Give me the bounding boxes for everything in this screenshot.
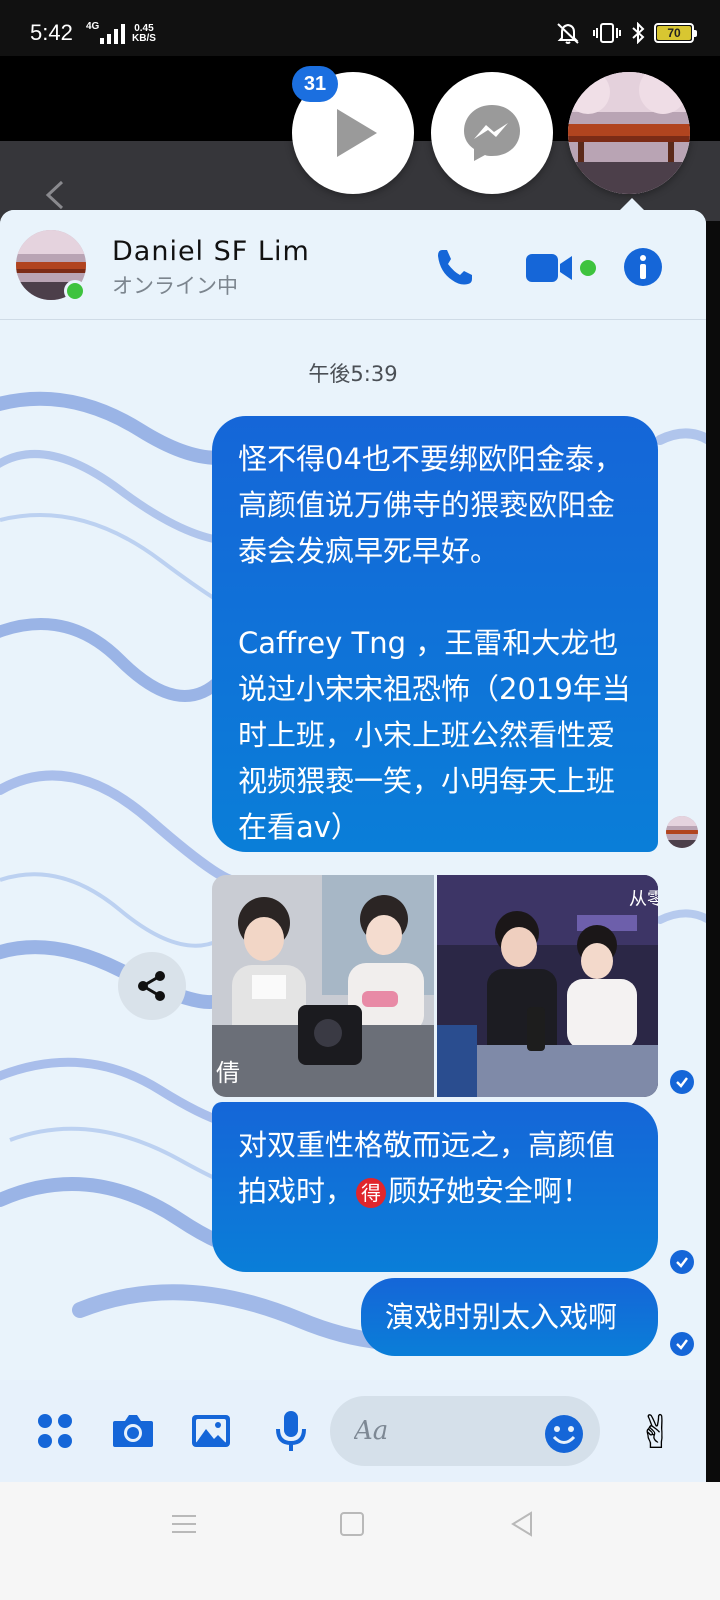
status-icons: 70 [554, 22, 697, 44]
camera-icon [113, 1415, 153, 1447]
photo-caption-right: 从零 [629, 889, 659, 910]
emoji-sticker: 得 [356, 1178, 387, 1208]
voice-call-button[interactable] [432, 244, 478, 290]
delivered-check-icon [670, 1250, 694, 1274]
network-type: 4G [86, 21, 100, 32]
photo-attachment[interactable]: 从零 [436, 875, 659, 1097]
speed-unit: KB/S [132, 33, 156, 44]
system-navigation-bar [0, 1482, 720, 1600]
read-receipt-avatar [666, 816, 698, 848]
status-bar: 5:42 4G 0.45 KB/S 70 [0, 0, 720, 56]
chat-head-messenger[interactable] [431, 72, 553, 194]
more-actions-button[interactable] [32, 1408, 78, 1454]
home-button[interactable] [334, 1506, 370, 1542]
messenger-icon [464, 105, 520, 161]
message-text: 演戏时别太入戏啊 [385, 1300, 618, 1334]
online-indicator [64, 280, 86, 302]
photo-caption-left: 倩 [216, 1059, 240, 1087]
sent-message-bubble[interactable]: 演戏时别太入戏啊 [361, 1278, 658, 1356]
signal-icon [100, 24, 125, 44]
square-icon [340, 1512, 364, 1536]
message-timestamp: 午後5:39 [308, 362, 398, 386]
share-button[interactable] [118, 952, 186, 1020]
delivered-check-icon [670, 1332, 694, 1356]
status-time: 5:42 [30, 20, 73, 45]
back-triangle-icon [511, 1511, 532, 1537]
voice-message-button[interactable] [268, 1408, 314, 1454]
phone-icon [438, 250, 472, 285]
chat-head-contact[interactable] [568, 72, 690, 194]
vibrate-icon [593, 23, 621, 43]
mute-bell-icon [557, 23, 579, 44]
microphone-icon [276, 1411, 306, 1451]
emoji-icon[interactable] [544, 1414, 584, 1454]
contact-photo [568, 72, 690, 194]
video-call-button[interactable] [524, 244, 600, 290]
contact-name[interactable]: Daniel SF Lim [112, 236, 310, 267]
conversation-header: Daniel SF Lim オンライン中 [0, 210, 706, 320]
message-composer: ✌ [0, 1380, 706, 1482]
image-icon [192, 1415, 230, 1447]
play-icon [337, 109, 377, 157]
share-icon [138, 971, 165, 1001]
info-icon [624, 248, 662, 286]
info-button[interactable] [620, 244, 666, 290]
video-camera-icon [526, 254, 596, 282]
gallery-button[interactable] [188, 1408, 234, 1454]
camera-button[interactable] [110, 1408, 156, 1454]
network-speed: 0.45 KB/S [132, 24, 156, 44]
photo-attachment[interactable]: 倩 [212, 875, 434, 1097]
sent-message-bubble[interactable]: 怪不得04也不要绑欧阳金泰，高颜值说万佛寺的猥亵欧阳金泰会发疯早死早好。 Caf… [212, 416, 658, 852]
chat-head-pointer [620, 198, 644, 210]
contact-status: オンライン中 [112, 274, 238, 298]
delivered-check-icon [670, 1070, 694, 1094]
grid-dots-icon [38, 1414, 72, 1448]
message-text: 顾好她安全啊！ [388, 1174, 592, 1208]
photo-attachment-group[interactable]: 倩 从零 [212, 875, 658, 1097]
background-back-icon [45, 180, 64, 210]
quick-reaction-button[interactable]: ✌ [630, 1402, 682, 1462]
back-button[interactable] [504, 1506, 540, 1542]
battery-icon: 70 [654, 23, 697, 43]
menu-lines-icon [172, 1515, 196, 1533]
message-text: 怪不得04也不要绑欧阳金泰，高颜值说万佛寺的猥亵欧阳金泰会发疯早死早好。 Caf… [238, 442, 631, 844]
battery-level: 70 [657, 26, 691, 40]
bluetooth-icon [632, 22, 645, 44]
chat-head-badge: 31 [292, 66, 338, 102]
recents-button[interactable] [166, 1506, 202, 1542]
chat-panel: Daniel SF Lim オンライン中 午後5:39 怪不得04也不要绑欧阳金… [0, 210, 706, 1482]
sent-message-bubble[interactable]: 对双重性格敬而远之，高颜值拍戏时，得顾好她安全啊！ [212, 1102, 658, 1272]
